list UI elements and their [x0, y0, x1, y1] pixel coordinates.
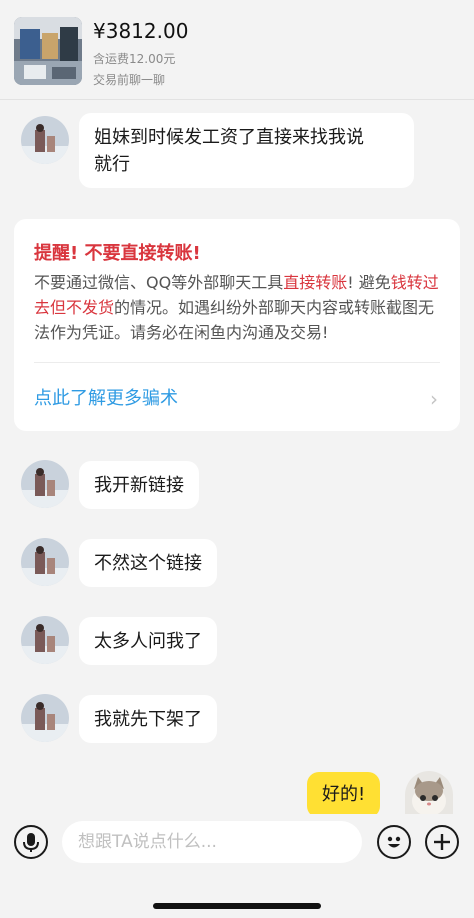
learn-more-scams-link[interactable]: 点此了解更多骗术 — [34, 384, 178, 410]
seller-avatar[interactable] — [21, 616, 69, 664]
message-text: 就行 — [94, 154, 130, 175]
home-indicator — [153, 903, 321, 909]
message-text: 姐妹到时候发工资了直接来找我说 — [94, 127, 364, 148]
seller-avatar[interactable] — [21, 116, 69, 164]
message-bubble: 不然这个链接 — [79, 539, 217, 587]
warning-body: 不要通过微信、QQ等外部聊天工具直接转账! 避免钱转过去但不发货的情况。如遇纠纷… — [34, 270, 444, 345]
seller-avatar[interactable] — [21, 460, 69, 508]
message-text: 好的! — [322, 784, 366, 805]
message-bubble: 我开新链接 — [79, 461, 199, 509]
message-text: 我开新链接 — [94, 475, 184, 496]
warning-text: ! 避免 — [347, 273, 391, 292]
plus-icon[interactable] — [425, 825, 459, 859]
message-bubble: 姐妹到时候发工资了直接来找我说 就行 — [79, 113, 414, 188]
safety-warning-card: 提醒! 不要直接转账! 不要通过微信、QQ等外部聊天工具直接转账! 避免钱转过去… — [14, 219, 460, 431]
product-price: ¥3812.00 — [93, 19, 189, 43]
chat-message-input[interactable] — [62, 821, 362, 863]
product-shipping: 含运费12.00元 — [93, 52, 176, 66]
emoji-icon[interactable] — [377, 825, 411, 859]
message-text: 不然这个链接 — [94, 553, 202, 574]
product-chat-note: 交易前聊一聊 — [93, 73, 166, 87]
product-header[interactable]: ¥3812.00 含运费12.00元 交易前聊一聊 — [0, 0, 474, 100]
message-text: 我就先下架了 — [94, 709, 202, 730]
seller-avatar[interactable] — [21, 694, 69, 742]
warning-title: 提醒! 不要直接转账! — [34, 243, 201, 264]
chat-input-bar — [0, 814, 474, 918]
my-avatar[interactable] — [405, 771, 453, 814]
message-bubble: 太多人问我了 — [79, 617, 217, 665]
warning-divider — [34, 362, 440, 363]
warning-text: 不要通过微信、QQ等外部聊天工具 — [34, 273, 284, 292]
message-bubble: 我就先下架了 — [79, 695, 217, 743]
message-text: 太多人问我了 — [94, 631, 202, 652]
product-thumbnail[interactable] — [14, 17, 82, 85]
chevron-right-icon[interactable]: › — [430, 387, 438, 411]
my-message-bubble: 好的! — [307, 772, 381, 818]
microphone-icon[interactable] — [14, 825, 48, 859]
seller-avatar[interactable] — [21, 538, 69, 586]
warning-highlight: 直接转账 — [283, 273, 348, 292]
